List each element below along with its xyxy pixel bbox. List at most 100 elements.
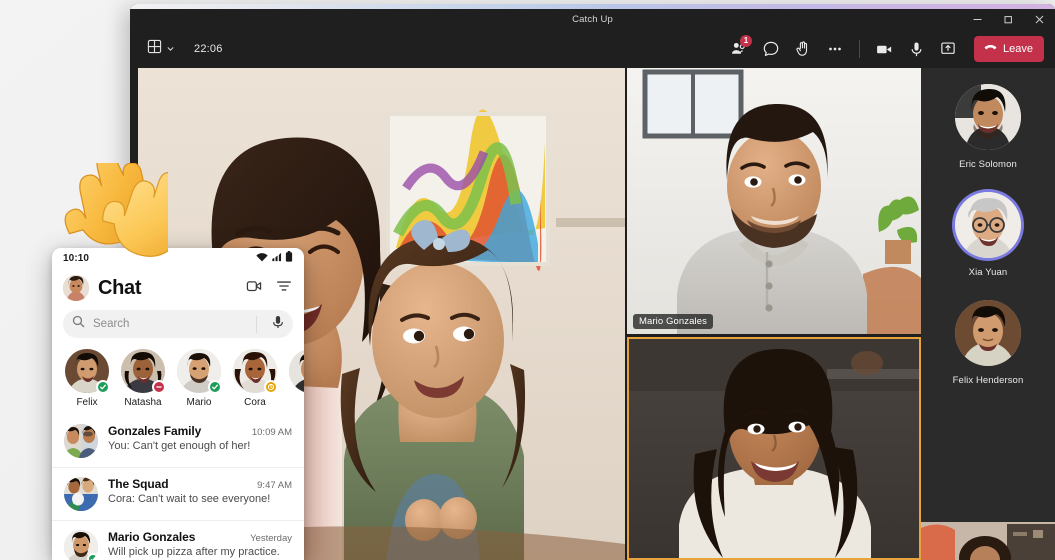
- contact-name: Felix: [76, 397, 98, 408]
- avatar: [955, 192, 1021, 258]
- phone-header: Chat: [52, 268, 304, 308]
- avatar: [64, 530, 98, 560]
- contact-item[interactable]: Cora: [233, 349, 278, 408]
- chat-title: Mario Gonzales: [108, 530, 196, 544]
- window-controls: [962, 9, 1055, 30]
- microphone-icon[interactable]: [265, 315, 284, 334]
- avatar: [289, 349, 304, 393]
- list-item[interactable]: Gonzales Family 10:09 AM You: Can't get …: [52, 415, 304, 467]
- search-bar[interactable]: Search: [63, 310, 293, 338]
- roster-participant[interactable]: Felix Henderson: [921, 300, 1055, 386]
- wifi-icon: [256, 249, 268, 267]
- avatar: [121, 349, 166, 394]
- microphone-icon[interactable]: [901, 36, 931, 63]
- toolbar-left-group: 22:06: [144, 36, 223, 62]
- restore-icon[interactable]: [993, 9, 1024, 30]
- status-icons: [256, 249, 293, 267]
- chat-title: The Squad: [108, 477, 169, 491]
- chat-preview: Cora: Can't wait to see everyone!: [108, 493, 271, 505]
- avatar: [955, 84, 1021, 150]
- signal-icon: [271, 249, 282, 267]
- tile-name-label: Mario Gonzales: [633, 314, 713, 329]
- window-titlebar: Catch Up: [130, 9, 1055, 30]
- filter-icon[interactable]: [276, 278, 292, 299]
- contact-name: Natasha: [124, 397, 162, 408]
- search-input[interactable]: Search: [93, 318, 248, 330]
- mobile-chat-panel: 10:10 Chat Search Felix Natasha Mario Co…: [52, 248, 304, 560]
- chat-icon[interactable]: [756, 36, 786, 63]
- participant-roster: Eric Solomon Xia Yuan Felix Henderson: [921, 68, 1055, 560]
- people-count-badge: 1: [740, 34, 753, 47]
- list-item-header: The Squad 9:47 AM: [108, 477, 292, 491]
- people-icon[interactable]: 1: [724, 34, 754, 63]
- avatar: [233, 349, 278, 394]
- participant-name: Xia Yuan: [968, 267, 1008, 278]
- list-item[interactable]: The Squad 9:47 AM Cora: Can't wait to se…: [52, 467, 304, 520]
- contact-item[interactable]: Felix: [65, 349, 110, 408]
- search-icon: [72, 315, 85, 333]
- participant-name: Felix Henderson: [952, 375, 1024, 386]
- tile-active-speaker[interactable]: [627, 337, 921, 560]
- list-item-header: Gonzales Family 10:09 AM: [108, 424, 292, 438]
- desktop-background: Catch Up 22:06 1 Leave Mario Gonzales Er…: [0, 0, 1055, 560]
- list-item-body: Gonzales Family 10:09 AM You: Can't get …: [108, 424, 292, 452]
- chat-time: Yesterday: [250, 533, 292, 544]
- new-chat-icon[interactable]: [246, 278, 262, 299]
- chat-preview: Will pick up pizza after my practice.: [108, 546, 280, 558]
- minimize-icon[interactable]: [962, 9, 993, 30]
- roster-participant[interactable]: Xia Yuan: [921, 192, 1055, 278]
- camera-icon[interactable]: [869, 36, 899, 63]
- user-avatar[interactable]: [63, 275, 89, 301]
- chat-list: Gonzales Family 10:09 AM You: Can't get …: [52, 415, 304, 560]
- participant-name: Eric Solomon: [959, 159, 1017, 170]
- status-time: 10:10: [63, 252, 90, 264]
- list-item-body: The Squad 9:47 AM Cora: Can't wait to se…: [108, 477, 292, 505]
- leave-button[interactable]: Leave: [974, 36, 1044, 62]
- presence-badge: [96, 380, 110, 394]
- grid-layout-button[interactable]: [144, 36, 178, 62]
- grid-layout-icon: [147, 39, 162, 59]
- chat-title: Gonzales Family: [108, 424, 202, 438]
- meeting-toolbar: 22:06 1 Leave: [130, 30, 1055, 68]
- chat-time: 10:09 AM: [251, 427, 292, 438]
- close-icon[interactable]: [1024, 9, 1055, 30]
- roster-participant[interactable]: Eric Solomon: [921, 84, 1055, 170]
- toolbar-divider: [859, 40, 861, 58]
- phone-status-bar: 10:10: [52, 248, 304, 268]
- tile-mario-gonzales[interactable]: Mario Gonzales: [627, 68, 921, 334]
- contact-item[interactable]: Eri: [289, 349, 304, 408]
- presence-badge: [87, 553, 98, 560]
- page-title: Chat: [98, 276, 142, 299]
- leave-button-label: Leave: [1003, 43, 1033, 55]
- contact-item[interactable]: Natasha: [121, 349, 166, 408]
- share-screen-icon[interactable]: [933, 36, 963, 63]
- list-item-header: Mario Gonzales Yesterday: [108, 530, 292, 544]
- hangup-icon: [983, 40, 998, 58]
- meeting-timer: 22:06: [194, 43, 223, 55]
- contact-name: Mario: [186, 397, 212, 408]
- avatar: [64, 424, 98, 458]
- contact-name: Cora: [244, 397, 266, 408]
- list-item-body: Mario Gonzales Yesterday Will pick up pi…: [108, 530, 292, 558]
- contact-name: Eri: [289, 397, 304, 408]
- presence-badge: [208, 380, 222, 394]
- avatar: [955, 300, 1021, 366]
- phone-header-actions: [246, 278, 292, 299]
- more-icon[interactable]: [820, 36, 850, 63]
- chat-time: 9:47 AM: [257, 480, 292, 491]
- toolbar-right-group: 1 Leave: [724, 34, 1044, 63]
- contact-item[interactable]: Mario: [177, 349, 222, 408]
- avatar: [64, 477, 98, 511]
- list-item[interactable]: Mario Gonzales Yesterday Will pick up pi…: [52, 520, 304, 560]
- raise-hand-icon[interactable]: [788, 36, 818, 63]
- avatar: [65, 349, 110, 394]
- avatar: [177, 349, 222, 394]
- battery-icon: [285, 249, 293, 267]
- search-divider: [256, 315, 257, 333]
- window-title: Catch Up: [572, 14, 613, 25]
- contacts-rail: Felix Natasha Mario Cora: [52, 338, 304, 408]
- presence-badge: [264, 380, 278, 394]
- presence-badge: [152, 380, 166, 394]
- roster-overflow-tile[interactable]: [921, 522, 1055, 560]
- chevron-down-icon: [166, 40, 175, 58]
